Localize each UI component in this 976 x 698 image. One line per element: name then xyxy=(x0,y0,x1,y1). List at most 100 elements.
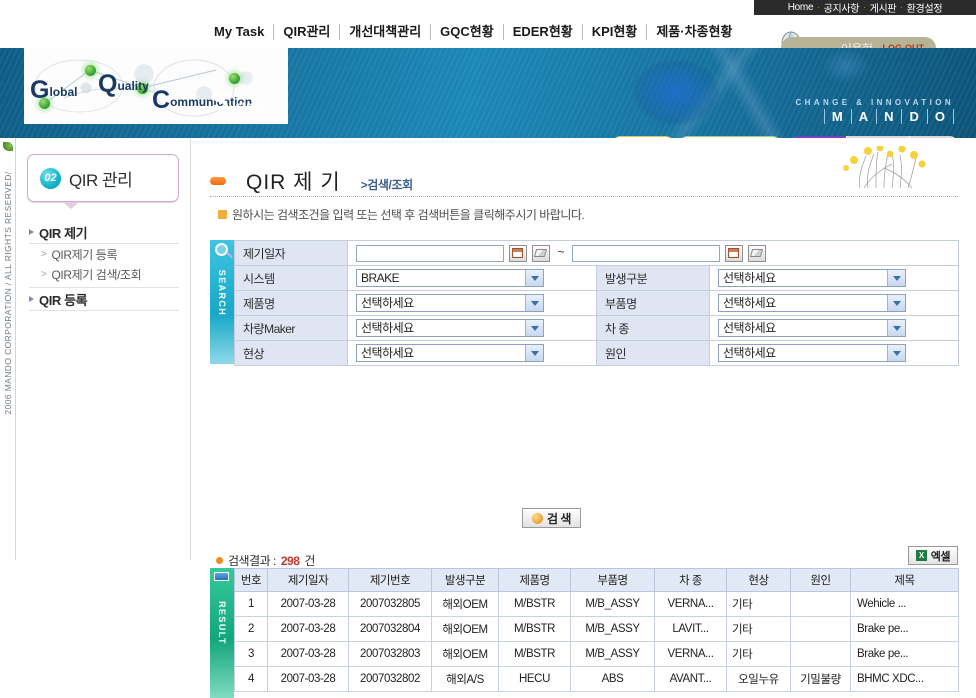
cell-title[interactable]: Wehicle ... xyxy=(850,591,959,617)
top-utility-bar: Home · 공지사항 · 게시판 · 환경설정 xyxy=(754,0,976,15)
sidebar-number-badge: 02 xyxy=(40,167,61,189)
phenomenon-select[interactable]: 선택하세요 xyxy=(356,344,544,362)
search-row-maker: 차량Maker 선택하세요 차 종 선택하세요 xyxy=(234,315,960,341)
table-header-row: 번호 제기일자 제기번호 발생구분 제품명 부품명 차 종 현상 원인 제목 xyxy=(234,568,959,592)
field-system: BRAKE xyxy=(347,265,597,291)
eraser-icon-to[interactable] xyxy=(747,244,766,262)
nav-item-qir[interactable]: QIR관리 xyxy=(274,24,341,40)
cause-value: 선택하세요 xyxy=(723,346,776,360)
topbar-link-notice[interactable]: 공지사항 xyxy=(824,0,860,15)
nav-item-kpi[interactable]: KPI현황 xyxy=(583,24,648,40)
cell-product: M/BSTR xyxy=(498,641,571,667)
date-from-input[interactable] xyxy=(356,244,504,262)
eraser-glyph xyxy=(534,249,548,257)
col-date: 제기일자 xyxy=(267,568,349,592)
chevron-down-icon[interactable] xyxy=(887,320,905,336)
cell-title[interactable]: Brake pe... xyxy=(850,616,959,642)
logo-c: C xyxy=(152,86,171,114)
chevron-down-icon[interactable] xyxy=(887,295,905,311)
cell-part: M/B_ASSY xyxy=(570,641,655,667)
mando-brand: CHANGE & INNOVATION M A N D O xyxy=(795,98,954,124)
sidebar-arrow-icon xyxy=(63,202,79,209)
col-model: 차 종 xyxy=(654,568,727,592)
table-row[interactable]: 1 2007-03-28 2007032805 해외OEM M/BSTR M/B… xyxy=(234,591,959,617)
nav-item-my-task[interactable]: My Task xyxy=(205,24,275,40)
table-row[interactable]: 3 2007-03-28 2007032803 해외OEM M/BSTR M/B… xyxy=(234,641,959,667)
search-row-phenomenon: 현상 선택하세요 원인 선택하세요 xyxy=(234,340,960,366)
calendar-icon-to[interactable] xyxy=(724,244,743,262)
help-message: 원하시는 검색조건을 입력 또는 선택 후 검색버튼을 클릭해주시기 바랍니다. xyxy=(232,208,585,222)
cell-no: 3 xyxy=(234,641,268,667)
nav-item-improve[interactable]: 개선대책관리 xyxy=(340,24,432,40)
logo-global: lobal xyxy=(49,85,78,99)
label-date: 제기일자 xyxy=(234,240,348,266)
chevron-down-icon[interactable] xyxy=(887,270,905,286)
cell-type: 해외OEM xyxy=(431,641,499,667)
search-button[interactable]: 검 색 xyxy=(522,508,581,528)
chevron-down-icon[interactable] xyxy=(525,270,543,286)
cell-model: AVANT... xyxy=(654,666,727,692)
vehicle-maker-select[interactable]: 선택하세요 xyxy=(356,319,544,337)
sidebar-item-qir-raise[interactable]: QIR 제기 xyxy=(29,221,179,244)
brand-letter-d: D xyxy=(901,109,926,124)
search-row-product: 제품명 선택하세요 부품명 선택하세요 xyxy=(234,290,960,316)
sidebar-item-qir-register[interactable]: > QIR제기 등록 xyxy=(29,244,179,264)
cause-select[interactable]: 선택하세요 xyxy=(718,344,906,362)
logo-s: S xyxy=(212,88,229,116)
calendar-glyph xyxy=(728,248,740,258)
nav-item-product[interactable]: 제품·차종현황 xyxy=(647,24,741,40)
sidebar-item-qir-search[interactable]: > QIR제기 검색/조회 xyxy=(29,264,179,284)
cell-part: M/B_ASSY xyxy=(570,591,655,617)
product-name-select[interactable]: 선택하세요 xyxy=(356,294,544,312)
chevron-down-icon[interactable] xyxy=(525,345,543,361)
col-cause: 원인 xyxy=(790,568,851,592)
sidebar-item-qir-registration[interactable]: QIR 등록 xyxy=(29,288,179,311)
sidebar-item-label: QIR 제기 xyxy=(39,225,88,241)
chevron-down-icon[interactable] xyxy=(887,345,905,361)
cell-title[interactable]: BHMC XDC... xyxy=(850,666,959,692)
logo-system: ystem xyxy=(228,99,264,113)
part-name-select[interactable]: 선택하세요 xyxy=(718,294,906,312)
eraser-glyph xyxy=(749,249,764,257)
excel-export-button[interactable]: X 엑셀 xyxy=(907,546,958,565)
cell-title[interactable]: Brake pe... xyxy=(850,641,959,667)
col-phenomenon: 현상 xyxy=(726,568,791,592)
cell-product: M/BSTR xyxy=(498,616,571,642)
cell-phenomenon: 기타 xyxy=(726,641,791,667)
topbar-link-board[interactable]: 게시판 xyxy=(870,0,897,15)
eraser-icon-from[interactable] xyxy=(531,244,550,262)
vehicle-model-select[interactable]: 선택하세요 xyxy=(718,319,906,337)
table-row[interactable]: 2 2007-03-28 2007032804 해외OEM M/BSTR M/B… xyxy=(234,616,959,642)
cell-phenomenon: 오일누유 xyxy=(726,666,791,692)
main-content: QIR 제 기 >검색/조회 원하시는 검색조건을 입력 또는 선택 후 검색버… xyxy=(192,138,976,698)
laptop-icon xyxy=(214,572,229,581)
main-navigation-bar: My Task QIR관리 개선대책관리 GQC현황 EDER현황 KPI현황 … xyxy=(0,15,976,63)
nav-item-eder[interactable]: EDER현황 xyxy=(504,24,583,40)
bullet-icon xyxy=(216,557,223,564)
cell-part: M/B_ASSY xyxy=(570,616,655,642)
logo-node-icon xyxy=(229,73,240,84)
cell-number: 2007032804 xyxy=(348,616,432,642)
occurrence-type-select[interactable]: 선택하세요 xyxy=(718,269,906,287)
topbar-link-settings[interactable]: 환경설정 xyxy=(907,0,943,15)
calendar-icon-from[interactable] xyxy=(508,244,527,262)
table-row[interactable]: 4 2007-03-28 2007032802 해외A/S HECU ABS A… xyxy=(234,666,959,692)
cell-date: 2007-03-28 xyxy=(267,666,349,692)
label-phenomenon: 현상 xyxy=(234,340,348,366)
system-select[interactable]: BRAKE xyxy=(356,269,544,287)
chevron-down-icon[interactable] xyxy=(525,295,543,311)
cell-phenomenon: 기타 xyxy=(726,616,791,642)
date-to-input[interactable] xyxy=(571,244,720,262)
label-cause: 원인 xyxy=(596,340,710,366)
nav-item-gqc[interactable]: GQC현황 xyxy=(431,24,504,40)
chevron-down-icon[interactable] xyxy=(525,320,543,336)
cell-no: 2 xyxy=(234,616,268,642)
topbar-link-home[interactable]: Home xyxy=(788,2,814,13)
col-title: 제목 xyxy=(850,568,959,592)
calendar-glyph xyxy=(512,248,524,258)
logo-system-word: System xyxy=(212,88,263,117)
triangle-right-icon xyxy=(29,296,34,302)
sidebar: 02 QIR 관리 QIR 제기 > QIR제기 등록 > QIR제기 검색/조… xyxy=(17,138,191,560)
search-button-label: 검 색 xyxy=(547,511,571,526)
copyright-text: 2006 MANDO CORPORATION / ALL RIGHTS RESE… xyxy=(3,171,13,415)
